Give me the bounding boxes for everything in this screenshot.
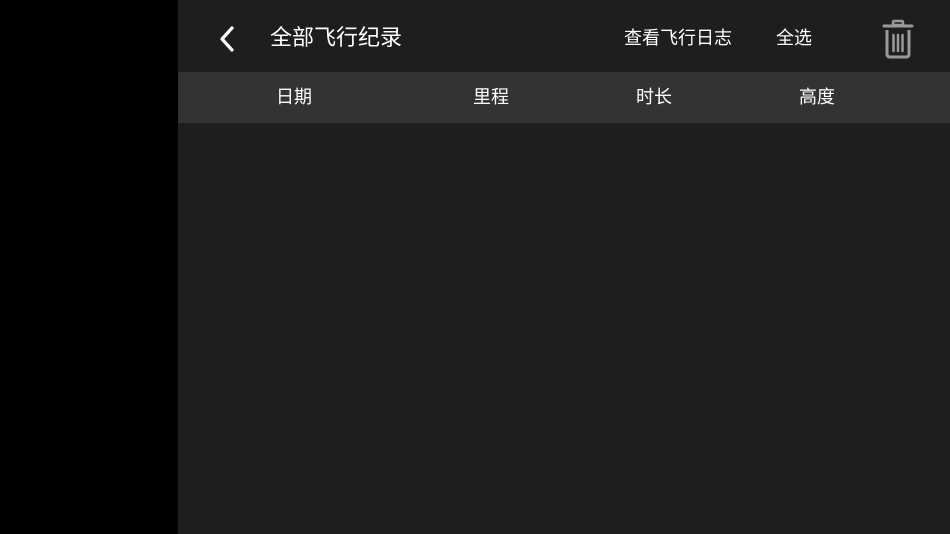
column-header-date: 日期 <box>276 87 312 108</box>
flight-records-panel: 全部飞行纪录 查看飞行日志 全选 日期 里程 时长 高度 <box>178 0 950 534</box>
top-bar: 全部飞行纪录 查看飞行日志 全选 <box>178 0 950 72</box>
select-all-button[interactable]: 全选 <box>776 26 812 52</box>
view-flight-log-button[interactable]: 查看飞行日志 <box>624 26 732 52</box>
column-header-distance: 里程 <box>473 87 509 108</box>
column-header-duration: 时长 <box>636 87 672 108</box>
table-header-row: 日期 里程 时长 高度 <box>178 72 950 123</box>
left-blank-area <box>0 0 178 534</box>
flight-record-list[interactable] <box>178 123 950 534</box>
trash-icon <box>882 19 914 59</box>
page-title: 全部飞行纪录 <box>270 26 403 51</box>
delete-button[interactable] <box>880 18 916 60</box>
column-header-altitude: 高度 <box>799 87 835 108</box>
chevron-left-icon <box>220 26 234 52</box>
back-button[interactable] <box>212 20 244 58</box>
